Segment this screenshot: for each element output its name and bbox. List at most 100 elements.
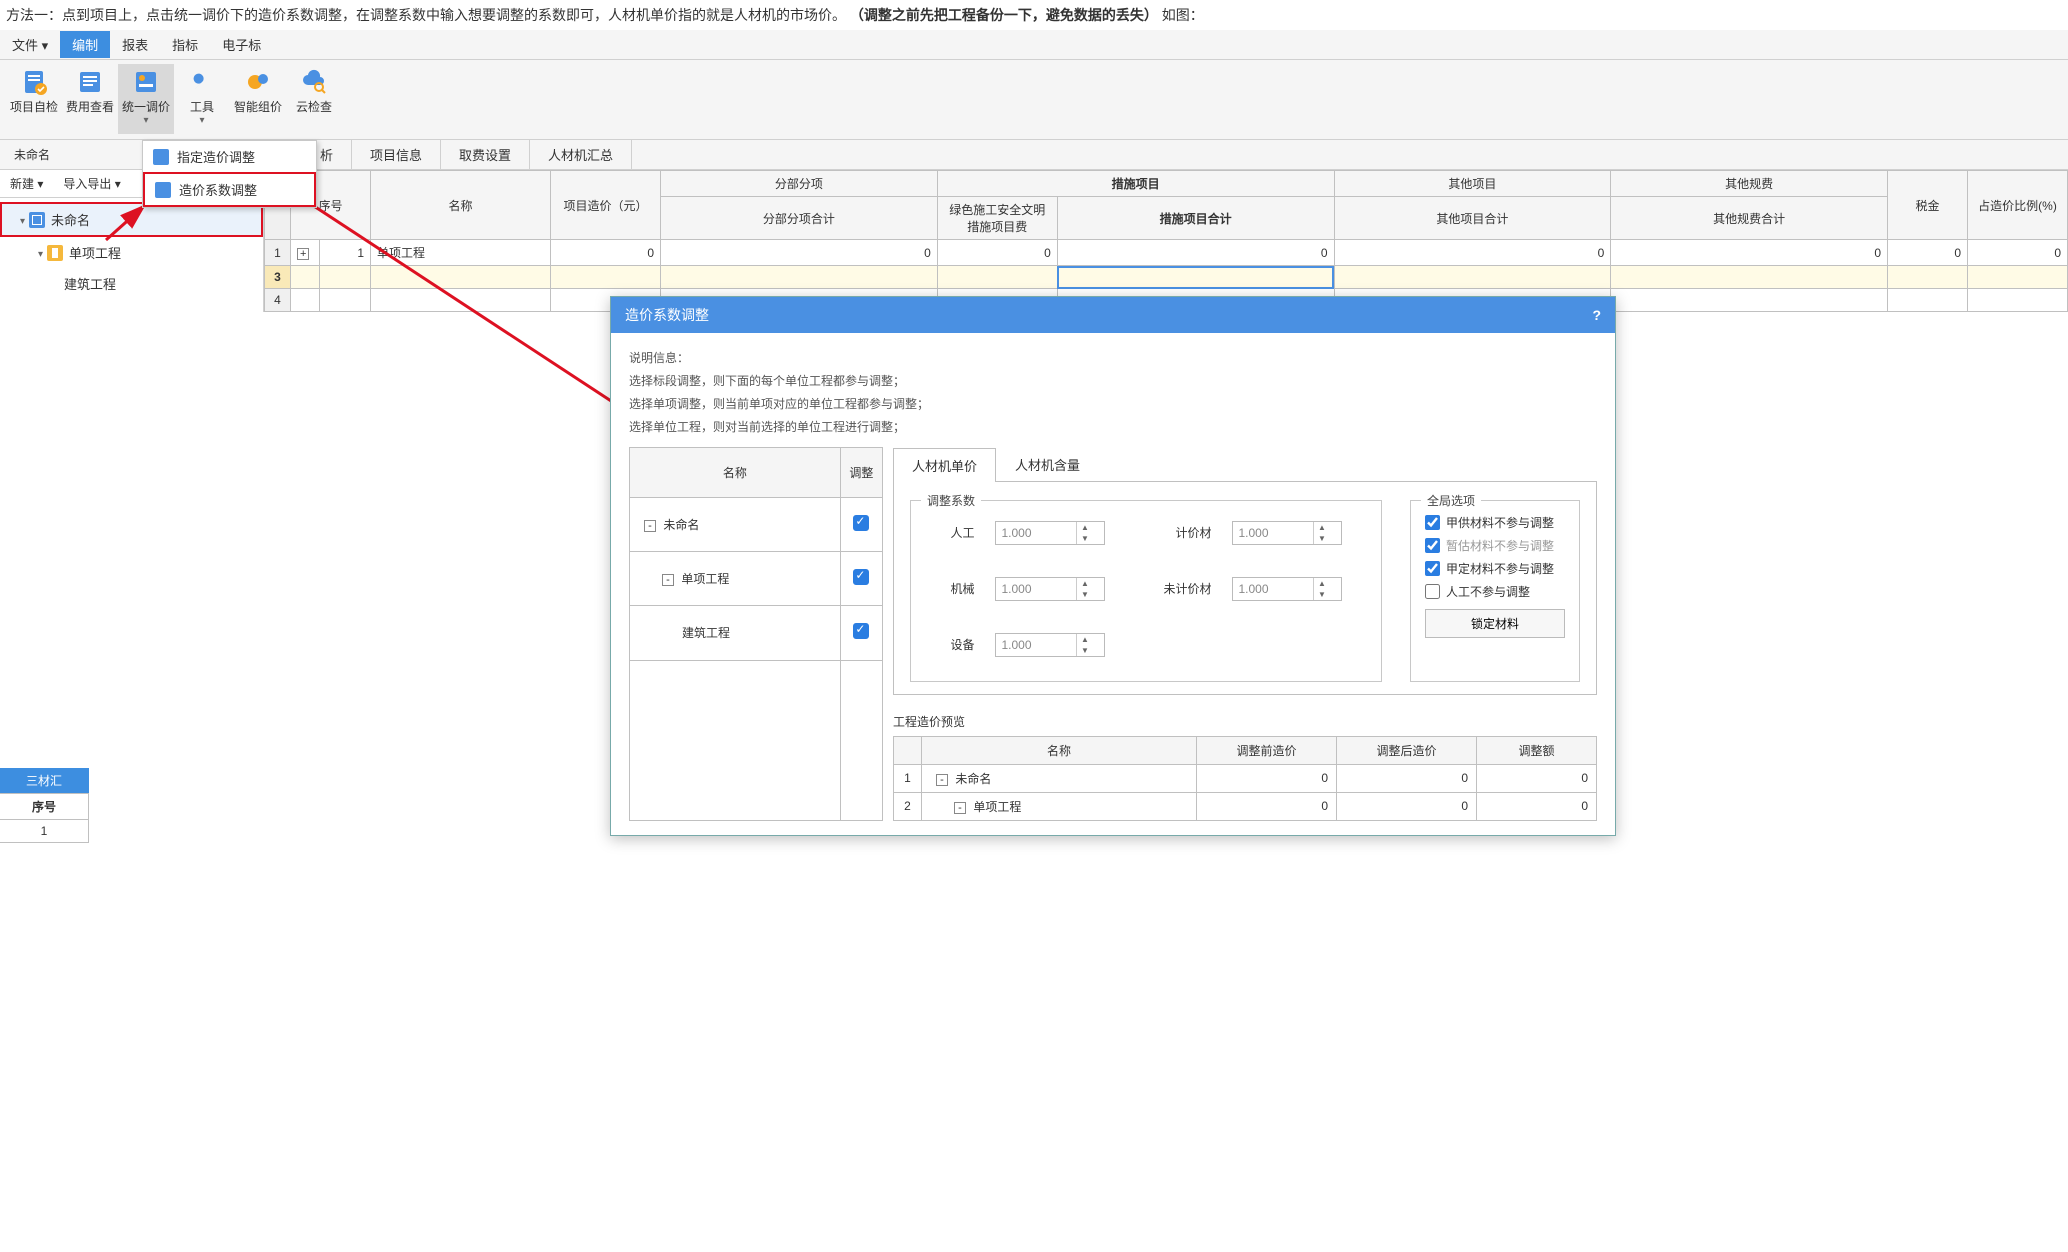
menu-ebid[interactable]: 电子标 [210,31,273,58]
instruction-text: 方法一：点到项目上，点击统一调价下的造价系数调整，在调整系数中输入想要调整的系数… [0,0,2068,30]
bottom-tab-materials[interactable]: 三材汇 [0,768,89,793]
checkbox[interactable] [1425,561,1440,576]
cell[interactable]: 0 [1888,240,1968,266]
cell[interactable]: 0 [1057,240,1334,266]
focused-cell[interactable] [1057,266,1334,289]
dtree-checkbox[interactable] [853,515,869,531]
expand-icon[interactable]: - [662,574,674,586]
spin-up-icon[interactable]: ▲ [1077,522,1094,533]
spin-down-icon[interactable]: ▼ [1077,645,1094,656]
dtree-checkbox[interactable] [853,569,869,585]
tab-unit-price[interactable]: 人材机单价 [893,448,996,482]
expand-icon[interactable]: - [644,520,656,532]
row-header: 3 [265,266,291,289]
tree-unit-project[interactable]: 建筑工程 [0,268,263,299]
checkbox[interactable] [1425,515,1440,530]
pv-col-diff: 调整额 [1477,736,1597,764]
ribbon-project-selfcheck[interactable]: 项目自检 [6,64,62,134]
cell[interactable]: 0 [1611,240,1888,266]
dialog-tree[interactable]: 名称 调整 - 未命名 - 单项工程 建筑工程 [629,447,883,821]
table-row[interactable]: 2 - 单项工程 0 0 0 [894,792,1597,820]
spin-up-icon[interactable]: ▲ [1077,578,1094,589]
desc-line: 选择单项调整，则当前单项对应的单位工程都参与调整； [629,393,1597,416]
ribbon-unified-price[interactable]: 统一调价 ▾ [118,64,174,134]
spin-down-icon[interactable]: ▼ [1314,589,1331,600]
expand-icon[interactable]: - [936,774,948,786]
tree-single-project[interactable]: 单项工程 [0,237,263,268]
cell[interactable]: 0 [1968,240,2068,266]
main-grid[interactable]: 序号 名称 项目造价（元） 分部分项 措施项目 其他项目 其他规费 税金 占造价… [264,170,2068,312]
dropdown-coefficient-adjust[interactable]: 造价系数调整 [143,172,316,207]
opt-label: 人工不参与调整 [1446,583,1530,600]
checkbox[interactable] [1425,584,1440,599]
dtree-row[interactable]: - 单项工程 [630,552,883,606]
menu-edit[interactable]: 编制 [60,31,110,58]
tab-resource-summary[interactable]: 人材机汇总 [530,140,632,169]
cell-name[interactable]: 单项工程 [371,240,551,266]
left-tab-project[interactable]: 未命名 [0,142,64,167]
spin-down-icon[interactable]: ▼ [1077,533,1094,544]
coef-machine-spinner[interactable]: ▲▼ [995,577,1105,601]
coef-pricemat-input[interactable] [1233,524,1313,542]
table-row[interactable]: 1 - 未命名 0 0 0 [894,764,1597,792]
preview-grid[interactable]: 名称 调整前造价 调整后造价 调整额 1 - 未命名 0 0 0 [893,736,1597,821]
dialog-help-button[interactable]: ? [1592,307,1601,323]
tab-content[interactable]: 人材机含量 [996,447,1099,481]
pv-col-after: 调整后造价 [1337,736,1477,764]
bottom-row-seq[interactable]: 1 [0,820,89,843]
checkbox[interactable] [1425,538,1440,553]
dtree-row[interactable]: - 未命名 [630,498,883,552]
coef-unpriced-spinner[interactable]: ▲▼ [1232,577,1342,601]
coef-machine-input[interactable] [996,580,1076,598]
cell[interactable]: 0 [937,240,1057,266]
expand-toggle-icon[interactable] [38,245,47,260]
menu-index[interactable]: 指标 [160,31,210,58]
dropdown-specify-adjust[interactable]: 指定造价调整 [143,141,316,172]
coef-equip-spinner[interactable]: ▲▼ [995,633,1105,657]
coef-pricemat-spinner[interactable]: ▲▼ [1232,521,1342,545]
menu-file[interactable]: 文件 ▾ [0,31,60,58]
spin-up-icon[interactable]: ▲ [1314,522,1331,533]
ribbon-fee-view[interactable]: 费用查看 [62,64,118,134]
table-row[interactable]: 1 + 1 单项工程 0 0 0 0 0 0 0 0 [265,240,2068,266]
spin-up-icon[interactable]: ▲ [1077,634,1094,645]
ribbon-cloud-check[interactable]: 云检查 [286,64,342,134]
menu-report[interactable]: 报表 [110,31,160,58]
fieldset-legend: 调整系数 [921,492,981,509]
spin-up-icon[interactable]: ▲ [1314,578,1331,589]
ribbon-tools[interactable]: 工具 ▾ [174,64,230,134]
cell[interactable]: 0 [1334,240,1611,266]
project-tree: 未命名 单项工程 建筑工程 [0,198,263,303]
opt-owner-designate[interactable]: 甲定材料不参与调整 [1425,557,1565,580]
ribbon-label: 费用查看 [66,100,114,114]
spin-down-icon[interactable]: ▼ [1314,533,1331,544]
table-row[interactable]: 3 [265,266,2068,289]
lock-materials-button[interactable]: 锁定材料 [1425,609,1565,638]
left-import-export-button[interactable]: 导入导出 ▾ [53,171,130,196]
desc-line: 选择单位工程，则对当前选择的单位工程进行调整； [629,416,1597,439]
dialog-titlebar[interactable]: 造价系数调整 ? [611,297,1615,333]
cell-seq[interactable]: 1 [320,240,371,266]
opt-owner-supply[interactable]: 甲供材料不参与调整 [1425,511,1565,534]
dtree-row[interactable]: 建筑工程 [630,606,883,660]
expand-toggle-icon[interactable] [20,212,29,227]
left-panel: 未命名 新建 ▾ 导入导出 ▾ 未命名 单项工程 建筑工程 [0,140,264,312]
cell[interactable]: 0 [551,240,661,266]
tab-fee-settings[interactable]: 取费设置 [441,140,530,169]
expand-icon[interactable]: + [297,248,309,260]
coef-labor-spinner[interactable]: ▲▼ [995,521,1105,545]
expand-icon[interactable]: - [954,802,966,814]
ribbon-smart-price[interactable]: 智能组价 [230,64,286,134]
coef-labor-input[interactable] [996,524,1076,542]
cell[interactable]: 0 [661,240,938,266]
right-content: 析 项目信息 取费设置 人材机汇总 序号 名称 项目造价（元） 分部分项 措施项… [264,140,2068,312]
opt-provisional[interactable]: 暂估材料不参与调整 [1425,534,1565,557]
left-new-button[interactable]: 新建 ▾ [0,171,53,196]
coef-equip-input[interactable] [996,636,1076,654]
dialog-body: 说明信息： 选择标段调整，则下面的每个单位工程都参与调整； 选择单项调整，则当前… [611,333,1615,834]
dtree-checkbox[interactable] [853,623,869,639]
spin-down-icon[interactable]: ▼ [1077,589,1094,600]
coef-unpriced-input[interactable] [1233,580,1313,598]
tab-project-info[interactable]: 项目信息 [352,140,441,169]
opt-labor-exclude[interactable]: 人工不参与调整 [1425,580,1565,603]
